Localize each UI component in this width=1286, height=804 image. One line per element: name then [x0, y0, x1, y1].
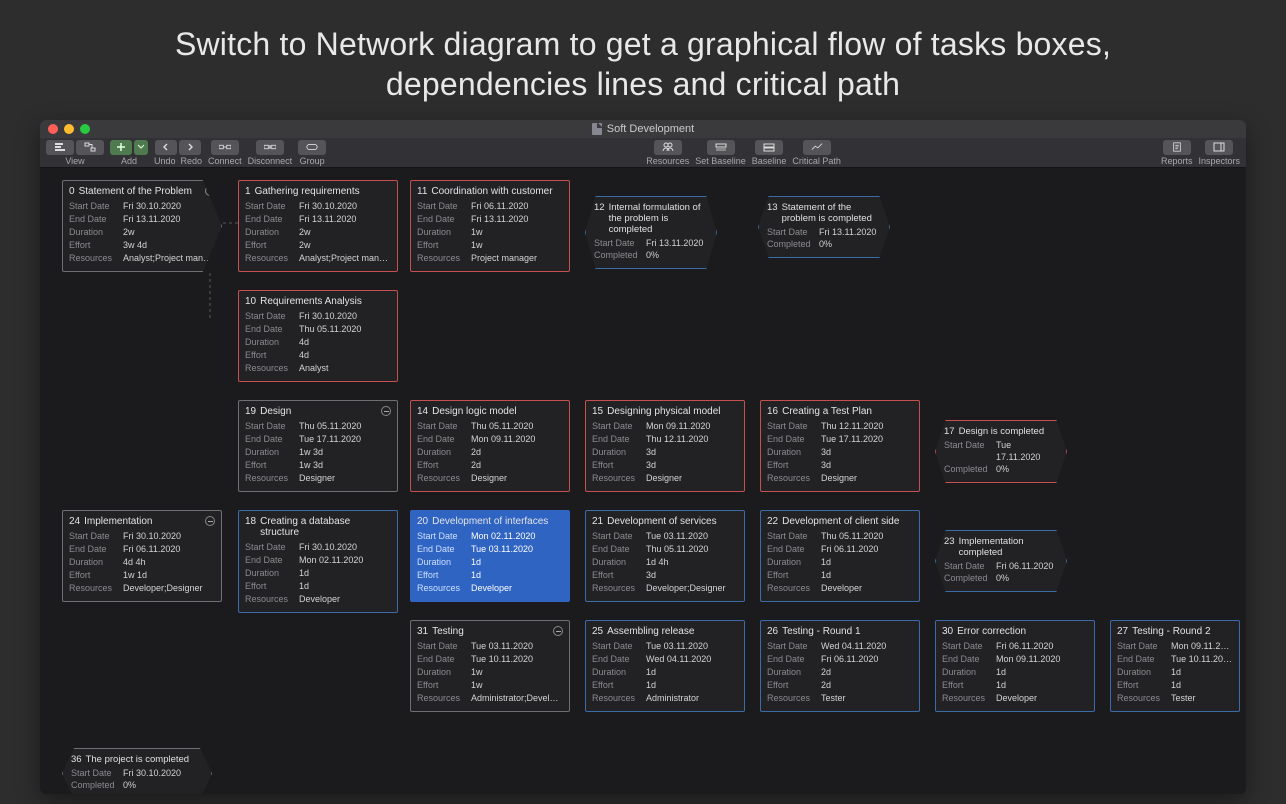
toolbar-undoredo-group: Undo Redo [154, 138, 202, 167]
network-canvas[interactable]: 0Statement of the Problem Start DateFri … [40, 168, 1246, 794]
task-box-10[interactable]: 10Requirements Analysis Start DateFri 30… [238, 290, 398, 382]
window-title-label: Soft Development [607, 123, 694, 135]
task-box-25[interactable]: 25Assembling release Start DateTue 03.11… [585, 620, 745, 712]
app-window: Soft Development View [40, 120, 1246, 794]
page-headline: Switch to Network diagram to get a graph… [0, 0, 1286, 104]
set-baseline-button[interactable] [707, 140, 735, 155]
toolbar-connect-label: Connect [208, 156, 242, 166]
toolbar-baseline-group: Baseline [752, 138, 787, 167]
connect-button[interactable] [211, 140, 239, 155]
toolbar-group-group: Group [298, 138, 326, 167]
toolbar-reports-group: Reports [1161, 138, 1193, 167]
network-view-button[interactable] [76, 140, 104, 155]
gantt-view-button[interactable] [46, 140, 74, 155]
toolbar-resources-group: Resources [646, 138, 689, 167]
toolbar-inspectors-label: Inspectors [1198, 156, 1240, 166]
milestone-13[interactable]: 13Statement of the problem is completed … [758, 196, 890, 258]
collapse-icon[interactable] [205, 186, 215, 196]
reports-button[interactable] [1163, 140, 1191, 155]
toolbar-setbaseline-label: Set Baseline [695, 156, 746, 166]
milestone-23[interactable]: 23Implementation completed Start DateFri… [935, 530, 1067, 592]
collapse-icon[interactable] [553, 626, 563, 636]
task-box-31[interactable]: 31Testing Start DateTue 03.11.2020 End D… [410, 620, 570, 712]
toolbar-disconnect-group: Disconnect [248, 138, 293, 167]
task-box-20-selected[interactable]: 20Development of interfaces Start DateMo… [410, 510, 570, 602]
critical-path-button[interactable] [803, 140, 831, 155]
toolbar-undoredo-label: Undo Redo [154, 156, 202, 166]
collapse-icon[interactable] [205, 516, 215, 526]
toolbar-view-group: View [46, 138, 104, 167]
toolbar-reports-label: Reports [1161, 156, 1193, 166]
task-box-30[interactable]: 30Error correction Start DateFri 06.11.2… [935, 620, 1095, 712]
milestone-36[interactable]: 36The project is completed Start DateFri… [62, 748, 212, 794]
task-box-18[interactable]: 18Creating a database structure Start Da… [238, 510, 398, 613]
task-box-27[interactable]: 27Testing - Round 2 Start DateMon 09.11.… [1110, 620, 1240, 712]
inspectors-button[interactable] [1205, 140, 1233, 155]
task-box-21[interactable]: 21Development of services Start DateTue … [585, 510, 745, 602]
toolbar-setbaseline-group: Set Baseline [695, 138, 746, 167]
document-icon [592, 123, 602, 135]
toolbar-view-label: View [65, 156, 84, 166]
task-box-11[interactable]: 11Coordination with customer Start DateF… [410, 180, 570, 272]
toolbar: View Add Undo [40, 138, 1246, 168]
window-titlebar: Soft Development [40, 120, 1246, 138]
task-box-0[interactable]: 0Statement of the Problem Start DateFri … [62, 180, 222, 272]
toolbar-resources-label: Resources [646, 156, 689, 166]
resources-button[interactable] [654, 140, 682, 155]
task-box-26[interactable]: 26Testing - Round 1 Start DateWed 04.11.… [760, 620, 920, 712]
toolbar-criticalpath-label: Critical Path [792, 156, 841, 166]
task-box-14[interactable]: 14Design logic model Start DateThu 05.11… [410, 400, 570, 492]
milestone-12[interactable]: 12Internal formulation of the problem is… [585, 196, 717, 269]
disconnect-button[interactable] [256, 140, 284, 155]
toolbar-criticalpath-group: Critical Path [792, 138, 841, 167]
toolbar-disconnect-label: Disconnect [248, 156, 293, 166]
add-dropdown-button[interactable] [134, 140, 148, 155]
task-box-22[interactable]: 22Development of client side Start DateT… [760, 510, 920, 602]
toolbar-add-label: Add [121, 156, 137, 166]
toolbar-group-label: Group [300, 156, 325, 166]
task-box-19[interactable]: 19Design Start DateThu 05.11.2020 End Da… [238, 400, 398, 492]
task-box-15[interactable]: 15Designing physical model Start DateMon… [585, 400, 745, 492]
toolbar-connect-group: Connect [208, 138, 242, 167]
add-button[interactable] [110, 140, 132, 155]
toolbar-inspectors-group: Inspectors [1198, 138, 1240, 167]
window-title: Soft Development [40, 123, 1246, 135]
toolbar-add-group: Add [110, 138, 148, 167]
redo-button[interactable] [179, 140, 201, 155]
group-button[interactable] [298, 140, 326, 155]
milestone-17[interactable]: 17Design is completed Start DateTue 17.1… [935, 420, 1067, 483]
task-box-24[interactable]: 24Implementation Start DateFri 30.10.202… [62, 510, 222, 602]
undo-button[interactable] [155, 140, 177, 155]
task-box-1[interactable]: 1Gathering requirements Start DateFri 30… [238, 180, 398, 272]
toolbar-baseline-label: Baseline [752, 156, 787, 166]
collapse-icon[interactable] [381, 406, 391, 416]
task-box-16[interactable]: 16Creating a Test Plan Start DateThu 12.… [760, 400, 920, 492]
baseline-button[interactable] [755, 140, 783, 155]
